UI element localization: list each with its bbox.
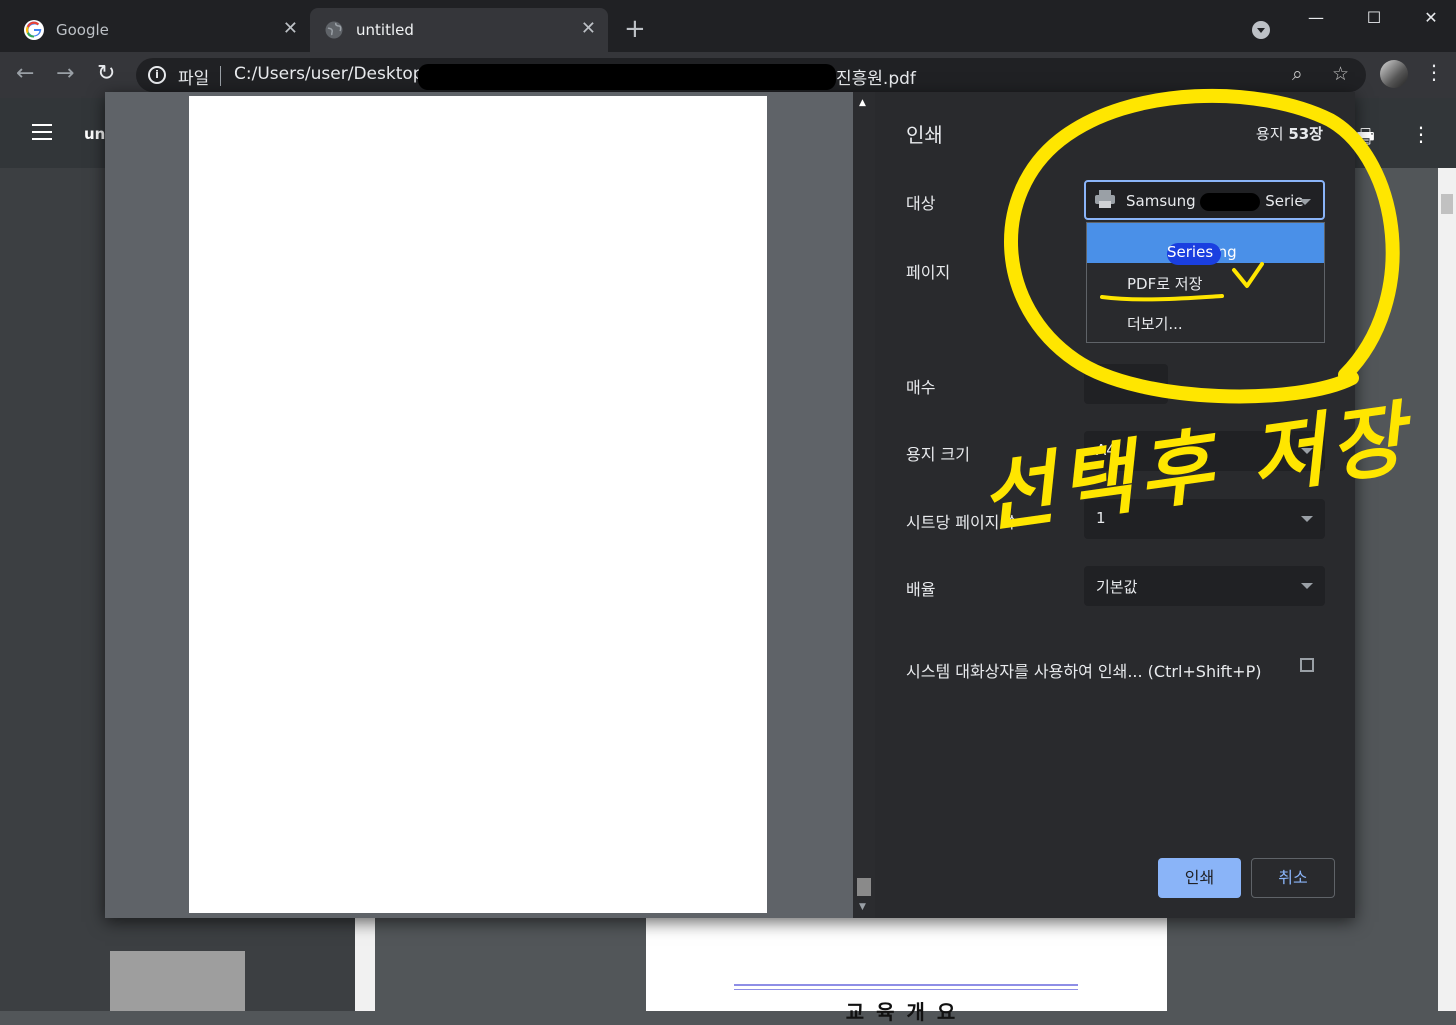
tab-google[interactable]: Google ✕ <box>10 8 310 52</box>
print-preview-area: ▲ ▼ <box>105 92 875 918</box>
chrome-menu-icon[interactable]: ⋮ <box>1424 60 1444 84</box>
destination-label: 대상 <box>906 194 936 213</box>
tab-close-icon[interactable]: ✕ <box>581 18 596 40</box>
copies-label: 매수 <box>906 378 936 397</box>
tab-search-icon[interactable] <box>1252 21 1270 39</box>
info-icon[interactable]: i <box>148 66 166 84</box>
dialog-title: 인쇄 <box>906 123 943 147</box>
scrollbar-thumb[interactable] <box>857 878 871 896</box>
chevron-down-icon <box>1301 516 1313 522</box>
pdf-document-title: un <box>84 125 106 143</box>
sidebar-scrollbar[interactable] <box>355 918 375 1011</box>
destination-option-more[interactable]: 더보기... <box>1087 303 1324 343</box>
print-button[interactable]: 인쇄 <box>1158 858 1241 898</box>
zoom-icon[interactable]: ⌕ <box>1292 63 1303 85</box>
option-label: 더보기... <box>1127 315 1183 333</box>
tab-title: Google <box>56 21 109 39</box>
url-redaction <box>418 64 836 90</box>
page-thumbnail[interactable] <box>110 951 245 1011</box>
option-label: PDF로 저장 <box>1127 275 1203 293</box>
copies-input[interactable] <box>1084 364 1168 404</box>
reload-icon[interactable]: ↻ <box>97 62 115 86</box>
scale-select[interactable]: 기본값 <box>1084 566 1325 606</box>
tab-strip: Google ✕ untitled ✕ + — ☐ ✕ <box>0 0 1456 52</box>
destination-value-prefix: Samsung <box>1126 192 1196 210</box>
paper-size-label: 용지 크기 <box>906 445 970 464</box>
cancel-button[interactable]: 취소 <box>1251 858 1335 898</box>
back-arrow-icon[interactable]: ← <box>16 62 34 86</box>
scale-value: 기본값 <box>1096 578 1138 596</box>
scheme-label: 파일 <box>178 69 210 89</box>
pages-label: 페이지 <box>906 263 951 282</box>
address-bar[interactable]: i 파일 C:/Users/user/Desktop/ 진흥원.pdf ⌕ ☆ <box>136 58 1366 92</box>
system-dialog-link[interactable]: 시스템 대화상자를 사용하여 인쇄... (Ctrl+Shift+P) <box>906 658 1261 682</box>
forward-arrow-icon[interactable]: → <box>56 62 74 86</box>
heading-rule <box>734 984 1078 986</box>
destination-option-save-pdf[interactable]: PDF로 저장 <box>1087 263 1324 303</box>
url-file-name: 진흥원.pdf <box>836 69 916 89</box>
profile-avatar[interactable] <box>1380 60 1408 88</box>
scroll-down-icon[interactable]: ▼ <box>859 902 866 912</box>
chevron-down-icon <box>1301 448 1313 454</box>
destination-value: Samsung Serie <box>1126 192 1304 211</box>
scroll-up-icon[interactable]: ▲ <box>859 98 866 108</box>
globe-icon <box>325 21 343 39</box>
preview-page <box>189 96 767 913</box>
pages-per-sheet-value: 1 <box>1096 509 1106 527</box>
print-icon[interactable]: 🖶 <box>1356 122 1375 156</box>
printer-icon <box>1095 190 1115 208</box>
tab-close-icon[interactable]: ✕ <box>283 18 298 40</box>
pages-per-sheet-label: 시트당 페이지 수 <box>906 513 1020 532</box>
open-external-icon[interactable] <box>1300 658 1314 672</box>
preview-scrollbar[interactable]: ▲ ▼ <box>853 92 875 918</box>
tab-untitled[interactable]: untitled ✕ <box>310 8 608 52</box>
option-label-suffix: Series <box>1167 243 1214 261</box>
maximize-button[interactable]: ☐ <box>1345 0 1403 36</box>
heading-rule <box>734 989 1078 990</box>
scale-label: 배율 <box>906 580 936 599</box>
pages-per-sheet-select[interactable]: 1 <box>1084 499 1325 539</box>
close-window-button[interactable]: ✕ <box>1402 0 1456 36</box>
new-tab-button[interactable]: + <box>624 14 646 44</box>
url-text: C:/Users/user/Desktop/ <box>234 64 430 84</box>
destination-value-suffix: Serie <box>1265 192 1304 210</box>
sheet-count-value: 53장 <box>1288 125 1323 143</box>
paper-size-select[interactable]: A4 <box>1084 431 1325 471</box>
minimize-button[interactable]: — <box>1287 0 1345 36</box>
destination-dropdown: Samsung Series PDF로 저장 더보기... <box>1086 222 1325 343</box>
google-favicon-icon <box>24 20 44 40</box>
tab-title: untitled <box>356 21 414 39</box>
destination-option-samsung[interactable]: Samsung Series <box>1087 223 1324 265</box>
scrollbar-thumb[interactable] <box>1441 194 1453 214</box>
bookmark-star-icon[interactable]: ☆ <box>1332 63 1349 85</box>
paper-size-value: A4 <box>1096 441 1116 459</box>
sheet-count: 용지 53장 <box>1256 123 1323 144</box>
divider <box>220 66 221 86</box>
print-settings-panel: 인쇄 용지 53장 대상 Samsung Serie 페이지 매수 용지 크기 … <box>875 92 1355 918</box>
print-dialog: ▲ ▼ 인쇄 용지 53장 대상 Samsung Serie 페이지 매수 용지… <box>105 92 1355 918</box>
sheet-count-label: 용지 <box>1255 125 1284 143</box>
destination-redaction <box>1200 192 1261 211</box>
pdf-page: 교육개요 <box>646 918 1167 1024</box>
main-scrollbar[interactable] <box>1438 168 1456 1011</box>
more-options-icon[interactable]: ⋮ <box>1411 122 1431 146</box>
destination-select[interactable]: Samsung Serie <box>1084 180 1325 220</box>
chevron-down-icon <box>1301 583 1313 589</box>
chevron-down-icon <box>1299 199 1311 205</box>
hamburger-menu-icon[interactable] <box>32 124 52 145</box>
